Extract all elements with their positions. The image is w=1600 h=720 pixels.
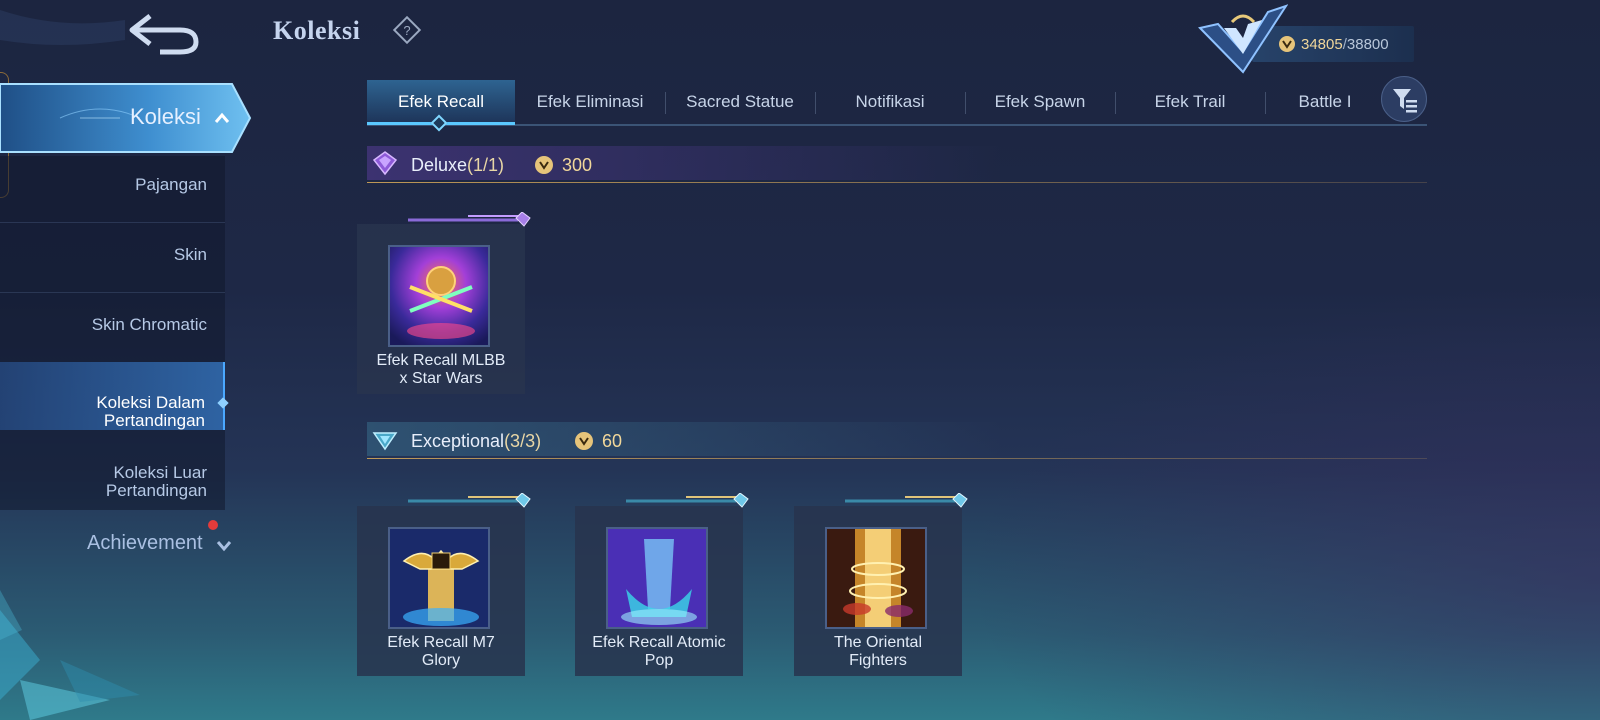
tab-efek-spawn[interactable]: Efek Spawn — [965, 80, 1115, 124]
sidebar-item-skin-chromatic[interactable]: Skin Chromatic — [0, 316, 225, 334]
category-tabs: Efek Recall Efek Eliminasi Sacred Statue… — [367, 80, 1427, 126]
corner-decoration — [0, 590, 140, 720]
tabs-baseline — [367, 124, 1427, 126]
exceptional-ribbon-icon — [845, 493, 968, 508]
sidebar-item-koleksi-luar-pertandingan[interactable]: Koleksi Luar Pertandingan — [0, 446, 225, 500]
deluxe-cost: 300 — [562, 155, 593, 175]
exceptional-gem-icon — [372, 432, 398, 451]
section-count: (1/1) — [467, 155, 505, 175]
star-wars-recall-image — [390, 247, 488, 345]
sidebar-item-koleksi-dalam-pertandingan[interactable]: Koleksi Dalam Pertandingan — [0, 362, 225, 430]
points-current: 34805 — [1301, 35, 1343, 53]
points-max: 38800 — [1346, 35, 1389, 53]
exceptional-cost: 60 — [602, 431, 623, 451]
section-title-text: Deluxe — [411, 155, 468, 175]
back-arrow-icon — [129, 14, 199, 55]
sidebar-item-label: Koleksi Luar Pertandingan — [105, 463, 207, 500]
section-count: (3/3) — [504, 431, 542, 451]
tab-notifikasi[interactable]: Notifikasi — [815, 80, 965, 124]
tab-battle[interactable]: Battle I — [1265, 80, 1385, 124]
sidebar-item-skin[interactable]: Skin — [0, 246, 225, 264]
sidebar-item-pajangan[interactable]: Pajangan — [0, 176, 225, 194]
item-thumbnail — [825, 527, 927, 629]
filter-button[interactable] — [1381, 76, 1427, 122]
exceptional-ribbon-icon — [626, 493, 749, 508]
atomic-pop-recall-image — [608, 529, 706, 627]
item-thumbnail — [388, 527, 490, 629]
item-thumbnail — [388, 245, 490, 347]
chevron-up-icon — [214, 112, 230, 123]
section-title-text: Exceptional — [411, 431, 505, 451]
deluxe-section-header — [367, 146, 1427, 180]
item-name: Efek Recall Atomic Pop — [592, 634, 726, 669]
rank-emblem-icon — [1198, 4, 1288, 74]
top-left-decoration — [0, 10, 125, 45]
sidebar-item-label: Pajangan — [135, 175, 207, 194]
back-button[interactable] — [120, 6, 206, 56]
deluxe-ribbon-icon — [408, 212, 531, 227]
sidebar-item-label: Skin — [173, 245, 207, 264]
tab-sacred-statue[interactable]: Sacred Statue — [665, 80, 815, 124]
coin-icon — [575, 432, 593, 450]
sidebar-divider — [0, 292, 225, 293]
exceptional-ribbon-icon — [408, 493, 531, 508]
sidebar-item-label: Koleksi Dalam Pertandingan — [96, 393, 205, 430]
filter-icon — [1393, 89, 1417, 113]
sidebar-section-title: Koleksi — [130, 104, 201, 129]
sidebar-divider — [0, 222, 225, 223]
sidebar-list: Pajangan Skin Skin Chromatic Koleksi Dal… — [0, 156, 225, 510]
tab-efek-trail[interactable]: Efek Trail — [1115, 80, 1265, 124]
sidebar-item-achievement[interactable]: Achievement — [87, 532, 203, 555]
item-name: The Oriental Fighters — [833, 634, 923, 669]
m7-glory-recall-image — [390, 529, 488, 627]
item-thumbnail — [606, 527, 708, 629]
notification-dot — [208, 520, 218, 530]
deluxe-section-title: Deluxe(1/1) — [411, 155, 504, 176]
exceptional-section-title: Exceptional(3/3) — [411, 431, 541, 452]
item-name: Efek Recall MLBB x Star Wars — [376, 352, 506, 387]
chevron-down-icon[interactable] — [216, 540, 232, 552]
question-diamond-icon[interactable]: ? — [392, 15, 422, 45]
page-title: Koleksi — [273, 16, 361, 45]
deluxe-gem-icon — [372, 151, 398, 176]
section-divider — [367, 458, 1427, 459]
sidebar-item-label: Skin Chromatic — [91, 315, 207, 334]
tab-efek-eliminasi[interactable]: Efek Eliminasi — [515, 80, 665, 124]
item-name: Efek Recall M7 Glory — [387, 634, 495, 669]
coin-icon — [535, 156, 553, 174]
oriental-fighters-recall-image — [827, 529, 925, 627]
svg-text:?: ? — [403, 23, 410, 38]
section-divider — [367, 182, 1427, 183]
